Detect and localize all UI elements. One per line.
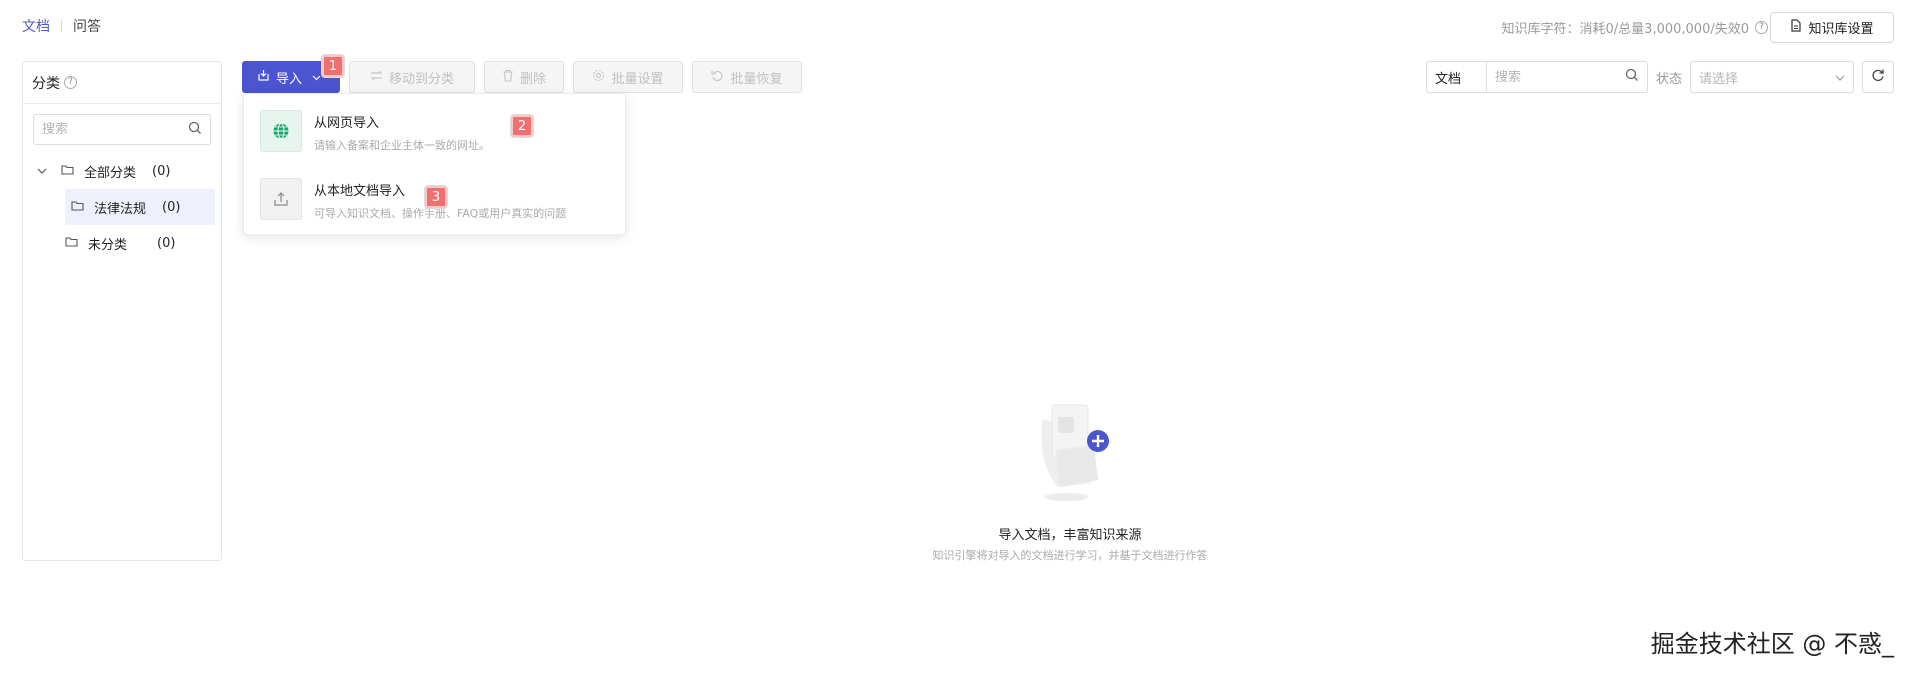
document-icon <box>1790 19 1802 36</box>
tree-item-laws[interactable]: 法律法规 (0) <box>65 189 215 225</box>
import-label: 导入 <box>276 71 303 87</box>
chevron-down-icon <box>1835 70 1845 85</box>
folder-icon <box>65 236 78 251</box>
top-tabs: 文档 问答 <box>22 16 101 36</box>
undo-icon <box>711 69 724 86</box>
batch-settings-button[interactable]: 批量设置 <box>573 61 683 93</box>
refresh-icon <box>1871 68 1885 86</box>
search-type-select[interactable]: 文档 <box>1427 62 1487 92</box>
import-from-web-title: 从网页导入 <box>314 116 380 131</box>
status-select[interactable]: 请选择 <box>1690 61 1854 93</box>
category-search <box>33 114 211 145</box>
refresh-button[interactable] <box>1862 61 1894 93</box>
category-tree: 全部分类 (0) 法律法规 (0) 未分类 (0) <box>23 153 221 261</box>
step-badge-1: 1 <box>322 55 344 77</box>
batch-restore-button[interactable]: 批量恢复 <box>692 61 802 93</box>
globe-icon <box>260 110 302 152</box>
tree-item-label: 未分类 <box>88 237 128 253</box>
delete-button[interactable]: 删除 <box>484 61 564 93</box>
document-search-group: 文档 <box>1425 61 1648 93</box>
folder-icon <box>61 164 74 179</box>
batch-restore-label: 批量恢复 <box>730 71 783 87</box>
tab-separator <box>61 20 62 32</box>
tab-qa[interactable]: 问答 <box>73 16 101 36</box>
category-search-input[interactable] <box>42 122 188 137</box>
sidebar-title: 分类 <box>32 75 60 92</box>
watermark: 掘金技术社区 @ 不惑_ <box>1650 630 1894 658</box>
tab-docs[interactable]: 文档 <box>22 16 50 36</box>
trash-icon <box>502 69 514 86</box>
tree-item-label: 全部分类 <box>84 165 137 181</box>
import-dropdown-menu: 从网页导入 请输入备案和企业主体一致的网址。 从本地文档导入 可导入知识文档、操… <box>243 93 626 235</box>
chevron-down-icon <box>312 70 321 85</box>
tree-item-uncategorized[interactable]: 未分类 (0) <box>23 225 221 261</box>
empty-state-title: 导入文档，丰富知识来源 <box>998 528 1142 543</box>
search-icon[interactable] <box>1625 68 1639 86</box>
kb-settings-label: 知识库设置 <box>1808 22 1874 37</box>
help-icon[interactable]: ? <box>64 76 77 89</box>
kb-settings-button[interactable]: 知识库设置 <box>1770 12 1894 43</box>
step-badge-2: 2 <box>511 115 533 137</box>
status-placeholder: 请选择 <box>1699 71 1739 87</box>
folder-icon <box>71 200 84 215</box>
document-search-input[interactable] <box>1494 69 1625 85</box>
import-from-local-item[interactable]: 从本地文档导入 可导入知识文档、操作手册、FAQ或用户真实的问题 <box>260 178 566 221</box>
import-icon <box>257 69 270 86</box>
quota-text: 知识库字符：消耗0/总量3,000,000/失效0 <box>1501 22 1749 37</box>
tree-item-label: 法律法规 <box>94 201 147 217</box>
quota-info: 知识库字符：消耗0/总量3,000,000/失效0 ? <box>1502 18 1768 37</box>
filter-bar: 文档 状态 请选择 <box>1425 61 1894 93</box>
upload-icon <box>260 178 302 220</box>
step-badge-3: 3 <box>425 186 447 208</box>
batch-settings-label: 批量设置 <box>611 71 664 87</box>
import-from-web-item[interactable]: 从网页导入 请输入备案和企业主体一致的网址。 <box>260 110 490 153</box>
swap-icon <box>370 70 383 85</box>
help-icon[interactable]: ? <box>1755 21 1768 34</box>
delete-label: 删除 <box>519 71 546 87</box>
top-bar: 文档 问答 知识库字符：消耗0/总量3,000,000/失效0 ? 知识库设置 <box>0 0 1910 56</box>
category-sidebar: 分类 ? 全部分类 (0) 法律法规 (0) <box>22 61 222 561</box>
import-from-web-desc: 请输入备案和企业主体一致的网址。 <box>314 139 490 152</box>
tree-item-all[interactable]: 全部分类 (0) <box>23 153 221 189</box>
move-to-category-button[interactable]: 移动到分类 <box>349 61 475 93</box>
search-icon[interactable] <box>188 121 202 139</box>
chevron-down-icon[interactable] <box>35 168 49 174</box>
empty-state-desc: 知识引擎将对导入的文档进行学习，并基于文档进行作答 <box>932 549 1208 562</box>
tree-item-count: (0) <box>157 235 176 251</box>
status-label: 状态 <box>1655 71 1682 87</box>
gear-icon <box>592 69 605 86</box>
empty-document-illustration <box>1028 395 1128 505</box>
sidebar-header: 分类 ? <box>23 62 221 104</box>
tree-item-count: (0) <box>152 163 171 179</box>
document-search <box>1487 62 1647 92</box>
tree-item-count: (0) <box>162 199 181 215</box>
move-label: 移动到分类 <box>388 71 454 87</box>
